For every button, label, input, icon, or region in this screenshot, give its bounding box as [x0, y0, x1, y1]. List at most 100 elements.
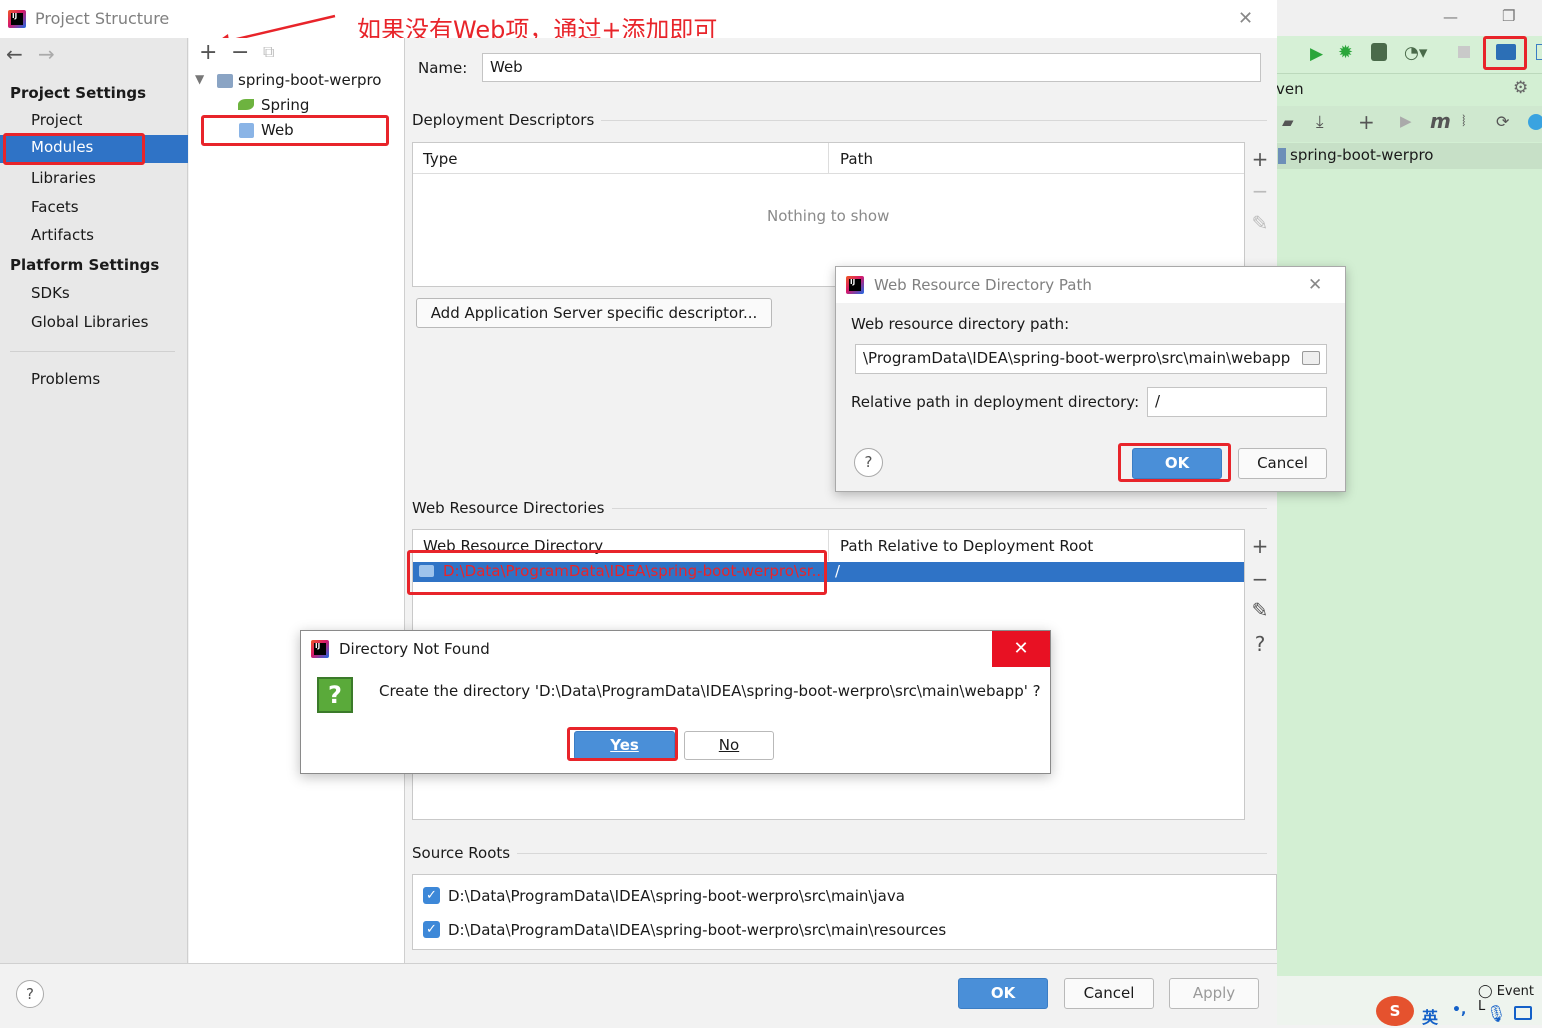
nav-item-project[interactable]: Project — [31, 111, 82, 129]
column-web-resource-directory[interactable]: Web Resource Directory — [423, 537, 603, 555]
table-row[interactable]: D:\Data\ProgramData\IDEA\spring-boot-wer… — [413, 562, 1244, 582]
relative-path-input[interactable]: / — [1147, 387, 1327, 417]
edit-descriptor-icon[interactable]: ✎ — [1246, 209, 1274, 237]
nav-item-global-libraries[interactable]: Global Libraries — [31, 313, 148, 331]
nav-item-modules-label: Modules — [31, 138, 94, 156]
restore-button[interactable]: ❐ — [1502, 7, 1515, 25]
ok-button[interactable]: OK — [1132, 448, 1222, 479]
copy-module-icon[interactable]: ⧉ — [263, 42, 274, 62]
reimport-icon[interactable]: ▰ — [1282, 113, 1294, 131]
platform-settings-header: Platform Settings — [10, 256, 160, 274]
ok-button[interactable]: OK — [958, 978, 1048, 1009]
empty-text: Nothing to show — [767, 207, 890, 225]
no-button[interactable]: No — [684, 731, 774, 760]
wrd-side-toolbar: + − ✎ ? — [1245, 529, 1275, 820]
close-icon[interactable]: ✕ — [1238, 8, 1253, 29]
add-server-descriptor-button[interactable]: Add Application Server specific descript… — [416, 298, 772, 328]
project-structure-icon[interactable] — [1496, 44, 1516, 60]
keyboard-icon[interactable] — [1514, 1006, 1532, 1020]
debug-icon[interactable]: ✹ — [1338, 42, 1353, 63]
expand-arrow-icon[interactable]: ▼ — [195, 72, 204, 86]
remove-directory-icon[interactable]: − — [1246, 565, 1274, 593]
nav-item-artifacts[interactable]: Artifacts — [31, 226, 94, 244]
tree-item-web[interactable]: Web — [261, 121, 294, 139]
help-button[interactable]: ? — [16, 980, 44, 1008]
column-path[interactable]: Path — [840, 150, 873, 168]
add-descriptor-icon[interactable]: + — [1246, 145, 1274, 173]
path-label: Web resource directory path: — [851, 315, 1070, 333]
status-bar: ◯ Event L S 英 •, 🎙 — [1276, 976, 1542, 1028]
edit-directory-icon[interactable]: ✎ — [1246, 596, 1274, 624]
source-root-checkbox[interactable]: ✓ — [423, 887, 440, 904]
path-input[interactable]: \ProgramData\IDEA\spring-boot-werpro\src… — [855, 344, 1327, 374]
maven-project-row[interactable]: spring-boot-werpro — [1276, 143, 1542, 169]
close-icon[interactable]: ✕ — [1308, 275, 1322, 295]
coverage-icon[interactable] — [1371, 43, 1387, 61]
nav-divider — [10, 351, 175, 352]
column-type[interactable]: Type — [423, 150, 457, 168]
tree-root-module[interactable]: spring-boot-werpro — [238, 71, 381, 89]
ime-logo-icon[interactable]: S — [1376, 996, 1414, 1026]
stop-icon[interactable] — [1458, 46, 1470, 58]
cancel-button[interactable]: Cancel — [1064, 978, 1154, 1009]
add-module-icon[interactable]: + — [199, 40, 217, 65]
run-icon[interactable]: ▶ — [1310, 44, 1323, 64]
nav-item-modules[interactable]: Modules — [0, 135, 188, 163]
cancel-button[interactable]: Cancel — [1238, 448, 1327, 479]
web-facet-icon — [239, 123, 254, 138]
add-directory-icon[interactable]: + — [1246, 532, 1274, 560]
close-button[interactable]: ✕ — [992, 631, 1050, 667]
section-divider — [517, 853, 1267, 854]
source-root-checkbox[interactable]: ✓ — [423, 921, 440, 938]
left-navigation: ← → Project Settings Project Modules Lib… — [0, 38, 188, 963]
relative-path-label: Relative path in deployment directory: — [851, 393, 1140, 411]
yes-button[interactable]: Yes — [574, 731, 675, 760]
source-root-java: D:\Data\ProgramData\IDEA\spring-boot-wer… — [448, 887, 905, 905]
web-resource-path-dialog: Web Resource Directory Path ✕ Web resour… — [835, 266, 1346, 492]
column-relative-path[interactable]: Path Relative to Deployment Root — [840, 537, 1093, 555]
microphone-icon[interactable]: 🎙 — [1486, 1004, 1506, 1023]
source-root-resources: D:\Data\ProgramData\IDEA\spring-boot-wer… — [448, 921, 947, 939]
forward-arrow-icon[interactable]: → — [38, 42, 55, 66]
skip-tests-icon[interactable]: ⟳ — [1496, 112, 1509, 131]
ide-title-bar: — ❐ — [1276, 0, 1542, 36]
browse-folder-icon[interactable] — [1302, 351, 1320, 365]
directory-not-found-dialog: Directory Not Found ✕ ? Create the direc… — [300, 630, 1051, 774]
module-icon — [1278, 148, 1286, 164]
section-divider — [601, 120, 1267, 121]
ide-run-toolbar: ▶ ✹ ◔▾ — [1276, 36, 1542, 74]
profile-icon[interactable]: ◔▾ — [1404, 43, 1427, 63]
name-input[interactable]: Web — [482, 53, 1261, 82]
remove-module-icon[interactable]: − — [231, 40, 249, 65]
toggle-offline-icon[interactable]: ⧘ — [1462, 111, 1466, 131]
ime-punctuation[interactable]: •, — [1452, 1002, 1466, 1018]
dialog-message: Create the directory 'D:\Data\ProgramDat… — [379, 682, 1041, 700]
gear-icon[interactable]: ⚙ — [1513, 78, 1528, 98]
nav-item-libraries[interactable]: Libraries — [31, 169, 96, 187]
section-divider — [612, 508, 1267, 509]
column-divider — [828, 143, 829, 174]
maven-goal-icon[interactable]: m — [1430, 109, 1451, 133]
minimize-button[interactable]: — — [1443, 8, 1458, 26]
help-button[interactable]: ? — [854, 448, 883, 477]
help-directory-icon[interactable]: ? — [1246, 630, 1274, 658]
web-resource-dirs-heading: Web Resource Directories — [412, 499, 605, 517]
maven-toolbar: ▰ ⤓ + ▶ m ⧘ ⟳ — [1276, 106, 1542, 142]
intellij-logo-icon — [8, 10, 26, 28]
ime-language[interactable]: 英 — [1422, 1004, 1438, 1028]
nav-item-sdks[interactable]: SDKs — [31, 284, 70, 302]
remove-descriptor-icon[interactable]: − — [1246, 177, 1274, 205]
run-maven-icon[interactable]: ▶ — [1400, 112, 1412, 130]
apply-button[interactable]: Apply — [1169, 978, 1259, 1009]
add-icon[interactable]: + — [1358, 110, 1375, 134]
lightning-icon[interactable] — [1528, 114, 1542, 130]
nav-item-facets[interactable]: Facets — [31, 198, 79, 216]
back-arrow-icon[interactable]: ← — [6, 42, 23, 66]
nav-item-problems[interactable]: Problems — [31, 370, 100, 388]
download-icon[interactable]: ⤓ — [1316, 112, 1324, 132]
partial-icon — [1536, 44, 1542, 60]
ide-background: — ❐ ▶ ✹ ◔▾ ven ⚙ ▰ ⤓ + ▶ m ⧘ ⟳ spring-bo… — [1276, 0, 1542, 1028]
web-facet-content: Name: Web Deployment Descriptors Type Pa… — [405, 38, 1277, 963]
intellij-logo-icon — [846, 276, 864, 294]
tree-item-spring[interactable]: Spring — [261, 96, 309, 114]
